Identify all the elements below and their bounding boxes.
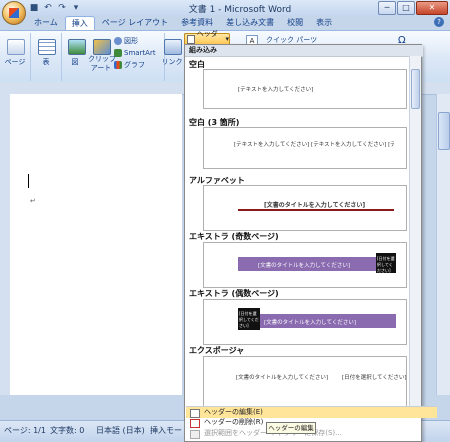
tab-insert[interactable]: 挿入 bbox=[64, 16, 95, 31]
close-button[interactable]: ✕ bbox=[416, 1, 448, 15]
shapes-label[interactable]: 図形 bbox=[124, 37, 138, 46]
table-group: 表 bbox=[31, 33, 62, 81]
status-language[interactable]: 日本語 (日本) bbox=[96, 425, 145, 436]
date-block: [日付を選択してください] bbox=[376, 253, 396, 273]
graph-label[interactable]: グラフ bbox=[124, 61, 145, 70]
page-label: ページ bbox=[4, 58, 26, 66]
save-icon[interactable]: ■ bbox=[28, 3, 40, 14]
document-page[interactable]: ↵ bbox=[10, 94, 182, 395]
illustrations-group: 図 クリップ アート 図形 SmartArt グラフ bbox=[62, 33, 165, 81]
page-icon[interactable] bbox=[7, 39, 25, 55]
window-controls: ─ □ ✕ bbox=[378, 1, 448, 15]
office-button[interactable] bbox=[2, 1, 26, 25]
paragraph-mark: ↵ bbox=[30, 197, 36, 205]
header-option-blank-three[interactable]: [テキストを入力してください] [テキストを入力してください] [テキストを入力… bbox=[203, 127, 407, 169]
minimize-button[interactable]: ─ bbox=[378, 1, 396, 15]
links-group: リンク bbox=[160, 33, 185, 81]
status-page[interactable]: ページ: 1/1 bbox=[4, 425, 46, 436]
tab-mailings[interactable]: 差し込み文書 bbox=[220, 16, 280, 30]
undo-icon[interactable]: ↶ bbox=[42, 3, 54, 14]
window-title: 文書 1 - Microsoft Word bbox=[188, 5, 292, 15]
scrollbar-thumb[interactable] bbox=[438, 112, 450, 150]
gallery-section-title: エクスポージャ bbox=[189, 346, 245, 355]
maximize-button[interactable]: □ bbox=[397, 1, 415, 15]
tab-page-layout[interactable]: ページ レイアウト bbox=[96, 16, 174, 30]
header-icon bbox=[187, 35, 195, 44]
tab-home[interactable]: ホーム bbox=[28, 16, 64, 30]
date-placeholder: [日付を選択してください] bbox=[377, 256, 395, 273]
picture-icon[interactable] bbox=[68, 39, 86, 55]
picture-label: 図 bbox=[71, 58, 79, 66]
text-cursor bbox=[28, 174, 29, 188]
link-icon[interactable] bbox=[164, 39, 182, 55]
header-option-extra-even[interactable]: [日付を選択してください] [文書のタイトルを入力してください] bbox=[203, 299, 407, 345]
gallery-scroll-thumb[interactable] bbox=[411, 69, 420, 109]
save-selection-icon bbox=[190, 430, 200, 439]
help-icon[interactable]: ? bbox=[434, 17, 444, 27]
tab-review[interactable]: 校閲 bbox=[281, 16, 309, 30]
date-placeholder: [日付を選択してください] bbox=[342, 375, 407, 381]
header-option-alphabet[interactable]: [文書のタイトルを入力してください] bbox=[203, 185, 407, 231]
gallery-heading: 組み込み bbox=[185, 45, 423, 57]
header-option-extra-odd[interactable]: [文書のタイトルを入力してください] [日付を選択してください] bbox=[203, 242, 407, 288]
menu-remove-header-label: ヘッダーの削除(R) bbox=[204, 418, 264, 426]
pages-group: ページ bbox=[0, 33, 31, 81]
placeholder-text: [文書のタイトルを入力してください] bbox=[264, 202, 366, 209]
smartart-label[interactable]: SmartArt bbox=[124, 49, 156, 58]
shapes-icon[interactable] bbox=[114, 37, 122, 45]
date-block: [日付を選択してください] bbox=[238, 308, 260, 330]
placeholder-text: [文書のタイトルを入力してください] bbox=[264, 320, 356, 326]
placeholder-text: [テキストを入力してください] [テキストを入力してください] [テキストを入力… bbox=[234, 142, 394, 148]
tab-view[interactable]: 表示 bbox=[310, 16, 338, 30]
gallery-section-title: エキストラ (偶数ページ) bbox=[189, 289, 279, 298]
status-words[interactable]: 文字数: 0 bbox=[50, 425, 84, 436]
table-icon[interactable] bbox=[38, 39, 56, 55]
table-label: 表 bbox=[42, 58, 50, 66]
placeholder-text: [文書のタイトルを入力してください] bbox=[258, 263, 350, 269]
office-logo-icon bbox=[9, 8, 19, 18]
menu-edit-header-label: ヘッダーの編集(E) bbox=[204, 408, 263, 416]
quick-access-toolbar: ■ ↶ ↷ ▾ bbox=[28, 2, 82, 14]
header-option-blank[interactable]: [テキストを入力してください] bbox=[203, 69, 407, 109]
title-underline bbox=[238, 209, 394, 211]
link-label: リンク bbox=[161, 58, 183, 66]
chart-icon[interactable] bbox=[114, 61, 122, 69]
clipart-label: クリップ アート bbox=[88, 55, 116, 72]
smartart-icon[interactable] bbox=[114, 49, 122, 57]
tooltip: ヘッダーの編集 bbox=[266, 422, 316, 434]
qat-dropdown-icon[interactable]: ▾ bbox=[70, 3, 82, 14]
placeholder-text: [文書のタイトルを入力してください] bbox=[236, 375, 328, 381]
remove-header-icon bbox=[190, 419, 200, 428]
redo-icon[interactable]: ↷ bbox=[56, 3, 68, 14]
header-gallery: 組み込み 空白 [テキストを入力してください] 空白 (3 箇所) [テキストを… bbox=[184, 44, 437, 442]
placeholder-text: [テキストを入力してください] bbox=[238, 87, 314, 93]
header-option-exposure[interactable]: [文書のタイトルを入力してください] [日付を選択してください] bbox=[203, 356, 407, 408]
date-placeholder: [日付を選択してください] bbox=[239, 311, 259, 328]
clipart-icon[interactable] bbox=[93, 39, 111, 55]
ribbon-tabs: ホーム 挿入 ページ レイアウト 参考資料 差し込み文書 校閲 表示 bbox=[28, 16, 338, 31]
gallery-section-title: エキストラ (奇数ページ) bbox=[189, 232, 279, 241]
